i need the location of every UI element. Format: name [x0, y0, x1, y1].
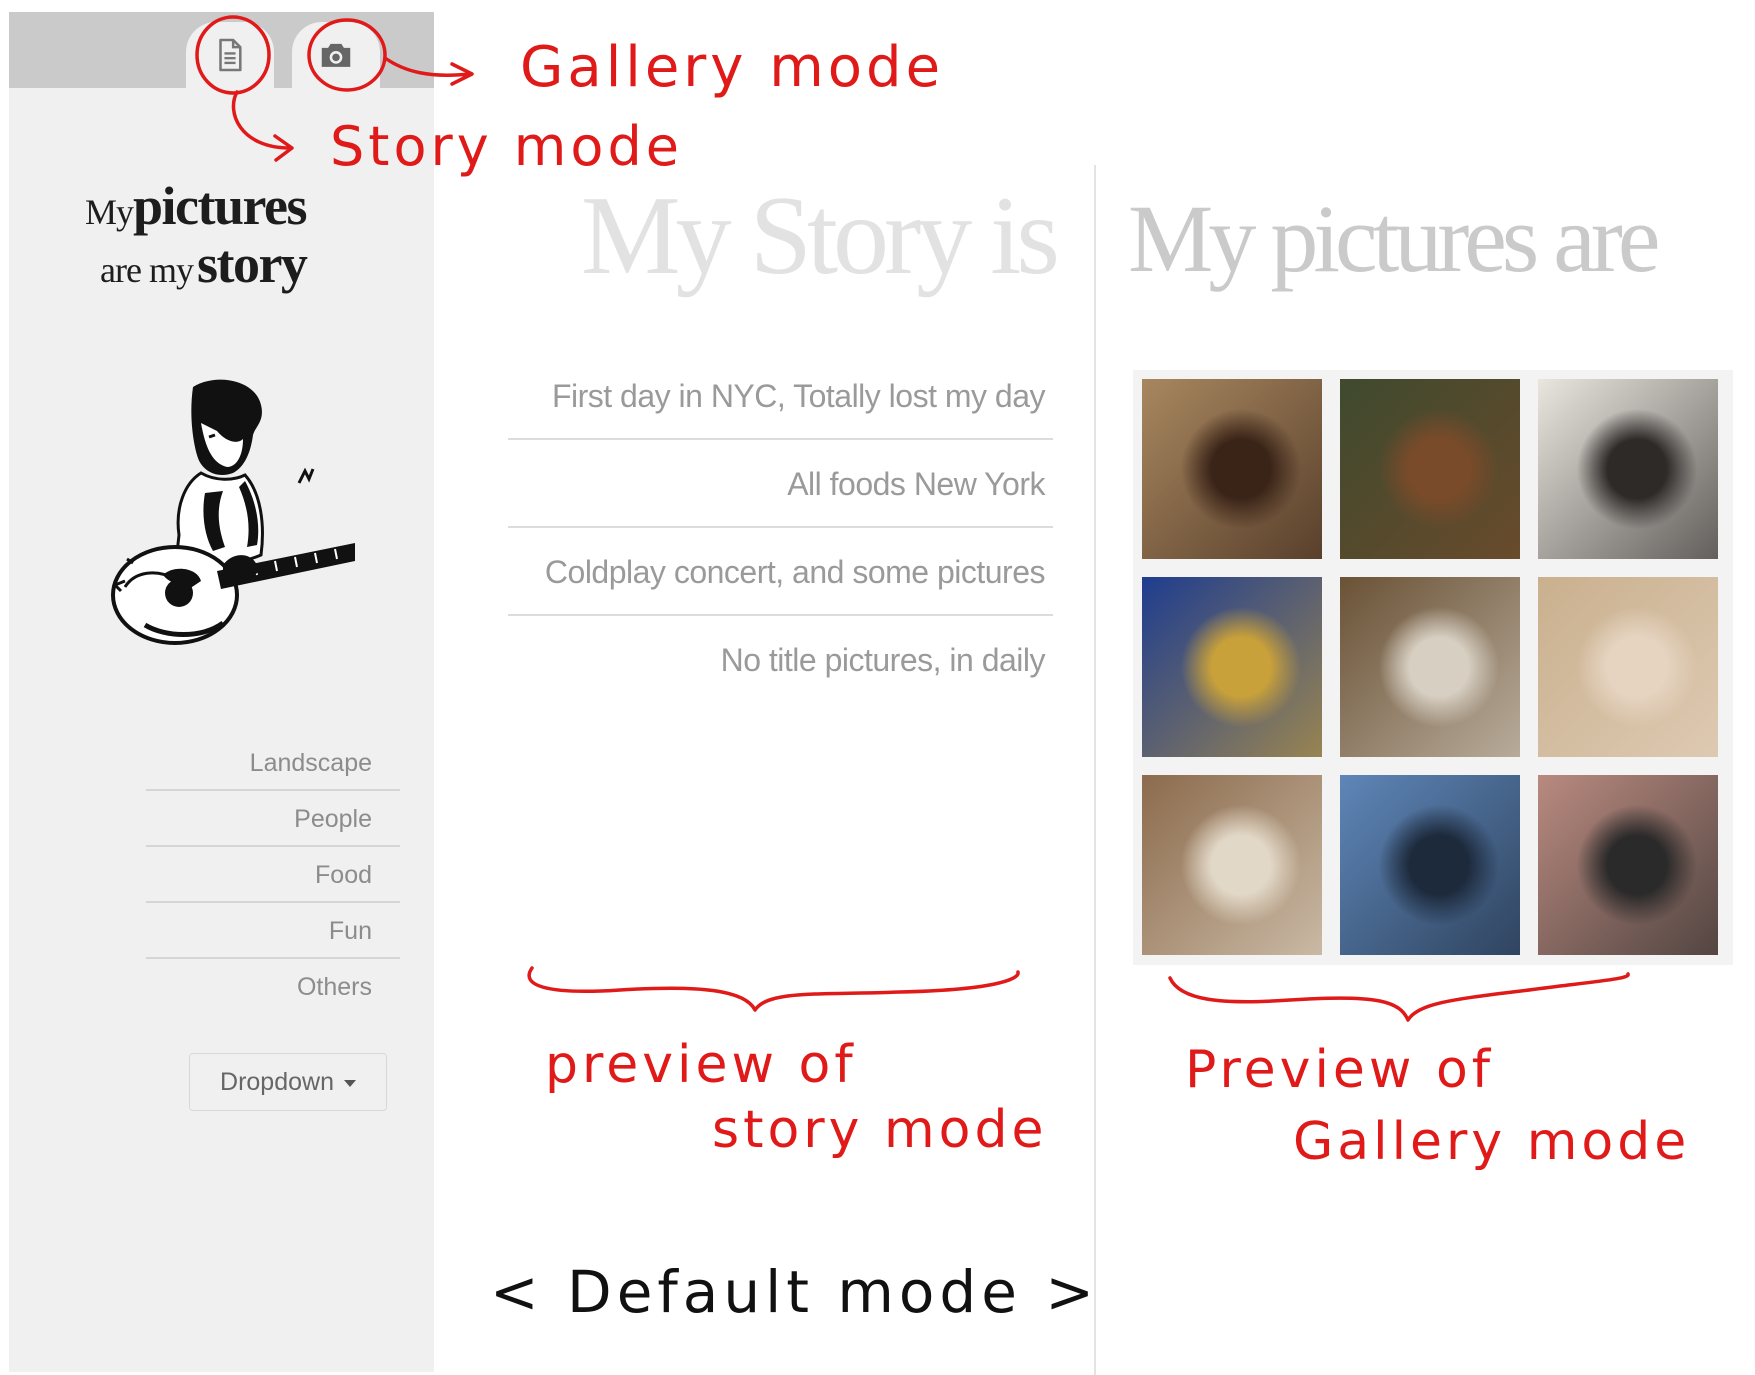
gallery-photo[interactable]	[1538, 577, 1718, 757]
annotation-story-mode: Story mode	[330, 115, 683, 178]
photo-grid	[1133, 370, 1733, 965]
tab-story-mode[interactable]	[186, 22, 274, 88]
category-item-others[interactable]: Others	[146, 959, 400, 1015]
gallery-photo[interactable]	[1340, 379, 1520, 559]
logo-text: pictures	[133, 176, 308, 236]
document-icon	[219, 38, 242, 72]
gallery-photo[interactable]	[1142, 775, 1322, 955]
annotation-default-mode: < Default mode >	[490, 1258, 1099, 1326]
category-item-people[interactable]: People	[146, 791, 400, 847]
story-list-item[interactable]: Coldplay concert, and some pictures	[508, 528, 1053, 616]
logo-text: are my	[100, 250, 194, 290]
category-item-landscape[interactable]: Landscape	[146, 735, 400, 791]
story-heading: My Story is	[581, 174, 1060, 298]
gallery-photo[interactable]	[1538, 775, 1718, 955]
annotation-brace	[1168, 972, 1630, 1022]
gallery-heading: My pictures are	[1128, 185, 1660, 292]
story-list-item[interactable]: All foods New York	[508, 440, 1053, 528]
gallery-photo[interactable]	[1340, 775, 1520, 955]
camera-icon	[321, 43, 351, 67]
dropdown-button[interactable]: Dropdown	[189, 1053, 387, 1111]
gallery-photo[interactable]	[1142, 577, 1322, 757]
logo-text: story	[196, 234, 308, 294]
tab-gallery-mode[interactable]	[292, 22, 380, 88]
story-list-item[interactable]: No title pictures, in daily	[508, 616, 1053, 704]
category-menu: Landscape People Food Fun Others	[146, 735, 400, 1015]
column-divider	[1094, 165, 1096, 1375]
category-item-fun[interactable]: Fun	[146, 903, 400, 959]
caret-down-icon	[343, 1080, 356, 1087]
gallery-photo[interactable]	[1340, 577, 1520, 757]
story-list-item[interactable]: First day in NYC, Totally lost my day	[508, 352, 1053, 440]
annotation-gallery-preview: Gallery mode	[1293, 1112, 1691, 1172]
category-item-food[interactable]: Food	[146, 847, 400, 903]
gallery-photo[interactable]	[1538, 379, 1718, 559]
dropdown-label: Dropdown	[220, 1067, 334, 1096]
annotation-story-preview: story mode	[712, 1100, 1048, 1160]
annotation-gallery-mode: Gallery mode	[520, 35, 945, 100]
annotation-gallery-preview: Preview of	[1185, 1040, 1495, 1100]
site-logo[interactable]: Mypictures are my story	[60, 175, 370, 315]
story-list: First day in NYC, Totally lost my day Al…	[508, 352, 1053, 704]
annotation-brace	[527, 966, 1020, 1012]
annotation-story-preview: preview of	[545, 1035, 857, 1095]
profile-illustration	[111, 379, 355, 645]
logo-text: My	[85, 192, 134, 232]
gallery-photo[interactable]	[1142, 379, 1322, 559]
